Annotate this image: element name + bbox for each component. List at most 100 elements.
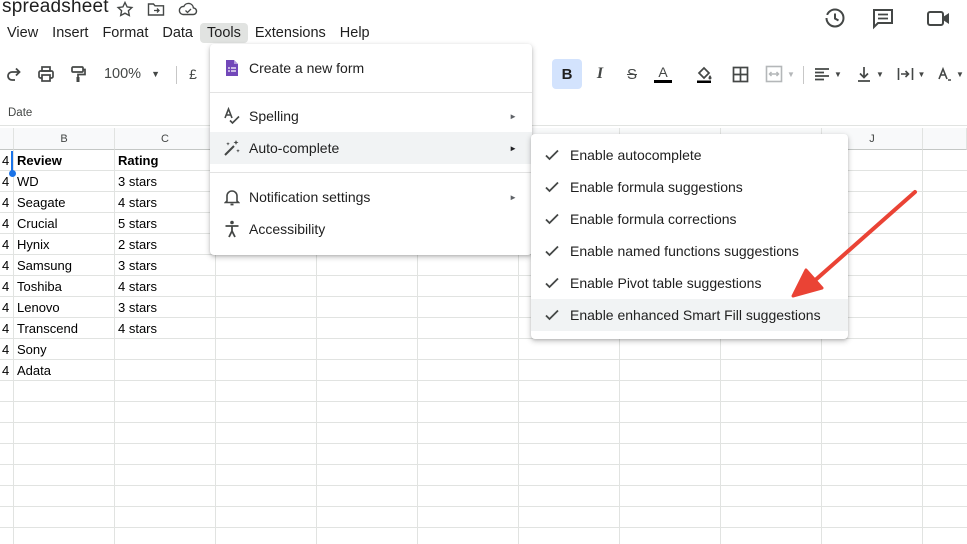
horizontal-align-button[interactable]: ▼ <box>810 62 846 86</box>
menu-bar: View Insert Format Data Tools Extensions… <box>0 21 377 45</box>
submenu-arrow-icon: ► <box>509 111 517 121</box>
cell-c[interactable] <box>115 339 216 360</box>
menu-insert[interactable]: Insert <box>45 23 95 43</box>
cell-b[interactable]: WD <box>14 171 115 192</box>
fill-color-button[interactable] <box>692 62 716 86</box>
spelling-icon <box>223 107 241 125</box>
cell-c[interactable]: 3 stars <box>115 171 216 192</box>
menu-format[interactable]: Format <box>95 23 155 43</box>
text-color-icon: A <box>658 64 668 80</box>
cell-c[interactable]: 2 stars <box>115 234 216 255</box>
cell-a[interactable]: 4 <box>0 255 14 276</box>
cloud-saved-icon[interactable] <box>178 1 198 17</box>
bold-icon: B <box>561 65 573 83</box>
align-left-icon <box>815 68 830 81</box>
cell-a[interactable]: 4 <box>0 339 14 360</box>
option-label: Enable formula suggestions <box>570 179 743 195</box>
cell-c[interactable] <box>115 360 216 381</box>
cell-b[interactable]: Sony <box>14 339 115 360</box>
cell-a[interactable]: 4 <box>0 297 14 318</box>
menu-item-auto-complete[interactable]: Auto-complete ► <box>210 132 532 164</box>
checkmark-icon <box>545 181 559 193</box>
cell-b[interactable]: Toshiba <box>14 276 115 297</box>
cell-b[interactable]: Hynix <box>14 234 115 255</box>
text-color-button[interactable]: A <box>651 62 675 86</box>
cell-b[interactable]: Transcend <box>14 318 115 339</box>
cell-a[interactable]: 4 <box>0 276 14 297</box>
print-button[interactable] <box>34 62 58 86</box>
bell-icon <box>223 188 241 206</box>
name-box[interactable]: Date <box>8 107 32 119</box>
cell-c[interactable]: 4 stars <box>115 318 216 339</box>
menu-tools[interactable]: Tools <box>200 23 248 43</box>
submenu-arrow-icon: ► <box>509 143 517 153</box>
text-wrapping-button[interactable]: ▼ <box>893 62 929 86</box>
cell-b[interactable]: Samsung <box>14 255 115 276</box>
cell-a[interactable]: 4 <box>0 234 14 255</box>
paint-format-button[interactable] <box>66 62 90 86</box>
meet-video-icon[interactable] <box>924 6 954 30</box>
move-folder-icon[interactable] <box>147 1 165 17</box>
menu-item-label: Accessibility <box>249 221 326 237</box>
version-history-icon[interactable] <box>822 6 848 30</box>
document-title[interactable]: spreadsheet <box>2 0 109 18</box>
cell-a[interactable]: 4 <box>0 192 14 213</box>
cell-b[interactable]: Lenovo <box>14 297 115 318</box>
cell-c[interactable]: Rating <box>115 150 216 171</box>
cell-b[interactable]: Seagate <box>14 192 115 213</box>
checkmark-icon <box>545 213 559 225</box>
menu-help[interactable]: Help <box>333 23 377 43</box>
submenu-arrow-icon: ► <box>509 192 517 202</box>
checkmark-icon <box>545 245 559 257</box>
menu-view[interactable]: View <box>0 23 45 43</box>
currency-format-button[interactable]: £ <box>186 62 200 86</box>
italic-button[interactable]: I <box>588 62 612 86</box>
menu-extensions[interactable]: Extensions <box>248 23 333 43</box>
redo-button[interactable] <box>4 62 24 86</box>
column-header-k[interactable] <box>923 128 967 150</box>
comments-icon[interactable] <box>870 6 896 30</box>
menu-item-create-form[interactable]: Create a new form <box>210 52 532 84</box>
option-enable-named-functions-suggestions[interactable]: Enable named functions suggestions <box>531 235 848 267</box>
menu-item-accessibility[interactable]: Accessibility <box>210 213 532 245</box>
option-label: Enable named functions suggestions <box>570 243 799 259</box>
option-enable-pivot-table-suggestions[interactable]: Enable Pivot table suggestions <box>531 267 848 299</box>
star-icon[interactable] <box>116 1 134 17</box>
cell-a[interactable]: 4 <box>0 318 14 339</box>
title-bar: spreadsheet <box>0 0 967 30</box>
strikethrough-button[interactable]: S <box>620 62 644 86</box>
merge-cells-icon <box>765 65 783 83</box>
menu-item-notification-settings[interactable]: Notification settings ► <box>210 181 532 213</box>
option-enable-formula-suggestions[interactable]: Enable formula suggestions <box>531 171 848 203</box>
bold-button[interactable]: B <box>552 59 582 89</box>
chevron-down-icon: ▼ <box>787 69 795 79</box>
option-label: Enable Pivot table suggestions <box>570 275 762 291</box>
zoom-select[interactable]: 100% ▼ <box>98 62 166 86</box>
fill-handle[interactable] <box>9 170 16 177</box>
cell-b[interactable]: Adata <box>14 360 115 381</box>
text-wrap-icon <box>897 68 913 80</box>
cell-b[interactable]: Crucial <box>14 213 115 234</box>
cell-c[interactable]: 5 stars <box>115 213 216 234</box>
option-enable-formula-corrections[interactable]: Enable formula corrections <box>531 203 848 235</box>
cell-c[interactable]: 3 stars <box>115 255 216 276</box>
vertical-align-button[interactable]: ▼ <box>852 62 888 86</box>
cell-a[interactable]: 4 <box>0 213 14 234</box>
option-enable-enhanced-smart-fill-suggestions[interactable]: Enable enhanced Smart Fill suggestions <box>531 299 848 331</box>
cell-c[interactable]: 3 stars <box>115 297 216 318</box>
borders-button[interactable] <box>728 62 752 86</box>
option-label: Enable enhanced Smart Fill suggestions <box>570 307 821 323</box>
merge-cells-button[interactable]: ▼ <box>760 62 800 86</box>
column-header-c[interactable]: C <box>115 128 216 150</box>
menu-item-spelling[interactable]: Spelling ► <box>210 100 532 132</box>
cell-c[interactable]: 4 stars <box>115 192 216 213</box>
column-header-b[interactable]: B <box>14 128 115 150</box>
text-rotation-button[interactable]: ▼ <box>933 62 967 86</box>
chevron-down-icon: ▼ <box>917 69 926 79</box>
menu-data[interactable]: Data <box>155 23 200 43</box>
cell-a[interactable]: 4 <box>0 360 14 381</box>
column-header-a[interactable] <box>0 128 14 150</box>
cell-c[interactable]: 4 stars <box>115 276 216 297</box>
option-enable-autocomplete[interactable]: Enable autocomplete <box>531 139 848 171</box>
cell-b[interactable]: Review <box>14 150 115 171</box>
